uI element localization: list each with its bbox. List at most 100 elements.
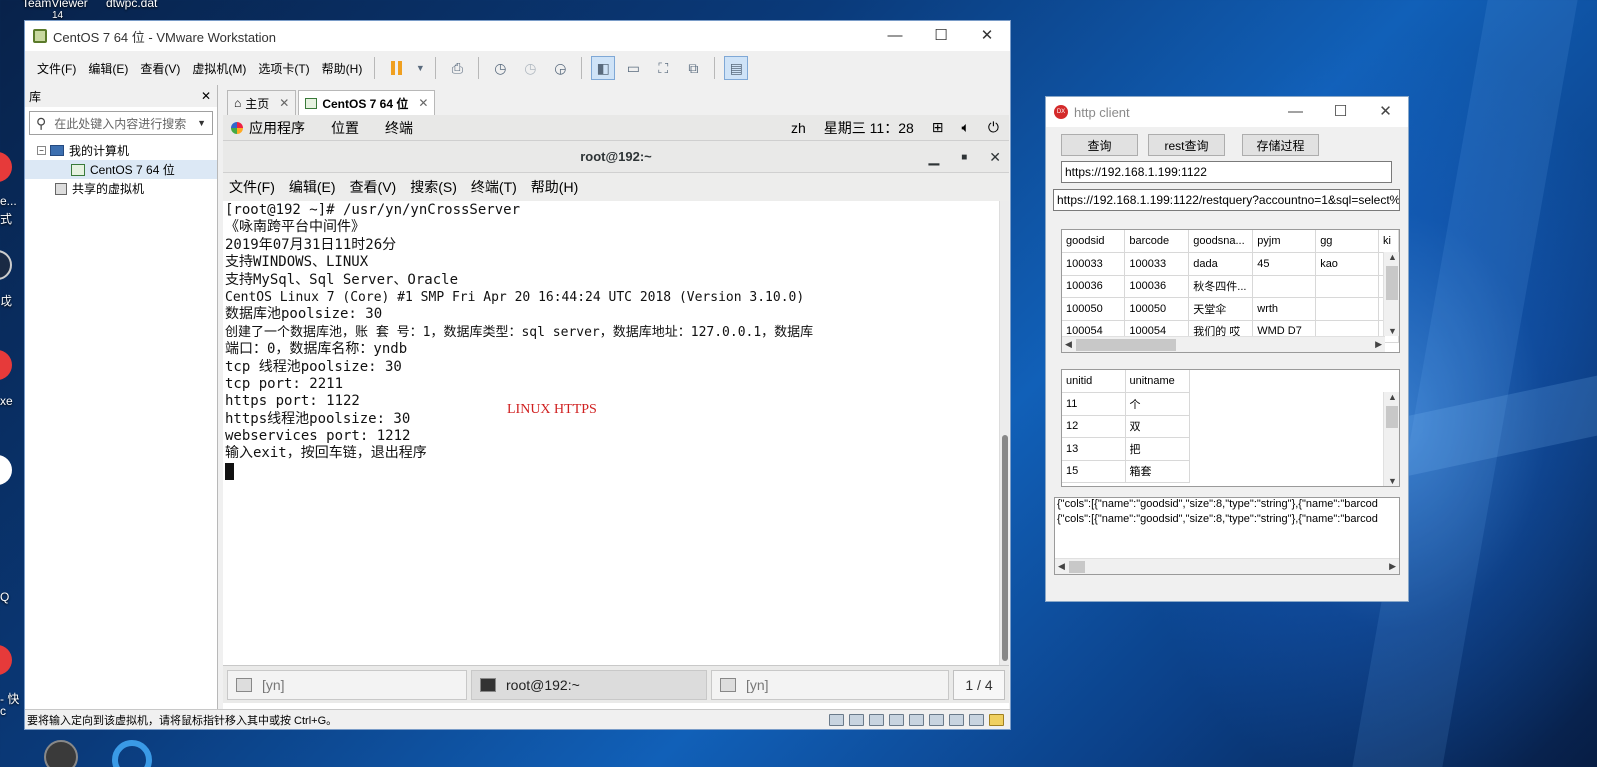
- column-header[interactable]: gg: [1315, 230, 1379, 253]
- close-icon[interactable]: ✕: [279, 96, 289, 110]
- window-list-item-active[interactable]: root@192:~: [471, 669, 707, 700]
- menu-edit[interactable]: 编辑(E): [82, 60, 134, 77]
- table-row[interactable]: 13 把: [1062, 437, 1190, 461]
- menu-tabs[interactable]: 选项卡(T): [252, 60, 315, 77]
- desktop-app-icon[interactable]: [0, 152, 12, 182]
- menu-view[interactable]: 查看(V): [134, 60, 186, 77]
- close-icon[interactable]: ✕: [418, 96, 428, 110]
- desktop-icon-teamviewer[interactable]: TeamViewer: [22, 0, 88, 10]
- hdd-icon[interactable]: [829, 713, 844, 726]
- printer-icon[interactable]: [909, 713, 924, 726]
- menu-file[interactable]: 文件(F): [31, 60, 82, 77]
- scroll-down-icon[interactable]: ▼: [1388, 326, 1397, 336]
- terminal-menu-file[interactable]: 文件(F): [229, 177, 275, 197]
- thumbnail-view-icon[interactable]: ▤: [724, 56, 749, 80]
- scroll-left-icon[interactable]: ◀: [1065, 339, 1072, 350]
- chevron-down-icon[interactable]: ▼: [197, 118, 206, 128]
- server-url-input[interactable]: https://192.168.1.199:1122: [1061, 161, 1392, 183]
- close-button[interactable]: ✕: [964, 21, 1010, 51]
- network-adapter-icon[interactable]: [869, 713, 884, 726]
- scrollbar-thumb[interactable]: [1069, 561, 1085, 573]
- column-header[interactable]: unitid: [1062, 370, 1126, 393]
- sound-icon[interactable]: [929, 713, 944, 726]
- scroll-up-icon[interactable]: ▲: [1388, 392, 1397, 402]
- scroll-right-icon[interactable]: ▶: [1375, 339, 1382, 350]
- unity-icon[interactable]: ⧉: [681, 56, 705, 80]
- desktop-app-icon[interactable]: [0, 350, 12, 380]
- display-icon[interactable]: [949, 713, 964, 726]
- terminal-menu-view[interactable]: 查看(V): [350, 177, 397, 197]
- scrollbar-thumb[interactable]: [1386, 406, 1398, 428]
- usb-icon[interactable]: [889, 713, 904, 726]
- desktop-app-icon[interactable]: [44, 740, 78, 767]
- minimize-button[interactable]: —: [872, 21, 918, 51]
- terminal-menu-search[interactable]: 搜索(S): [410, 177, 457, 197]
- minimize-button[interactable]: —: [1273, 97, 1318, 127]
- menu-vm[interactable]: 虚拟机(M): [186, 60, 252, 77]
- table-row[interactable]: 15 箱套: [1062, 460, 1190, 483]
- scrollbar-thumb[interactable]: [1386, 266, 1398, 300]
- terminal-menu-edit[interactable]: 编辑(E): [289, 177, 336, 197]
- terminal-scrollbar-thumb[interactable]: [1002, 435, 1008, 661]
- response-memo[interactable]: {"cols":[{"name":"goodsid","size":8,"typ…: [1054, 497, 1400, 575]
- grid-vertical-scrollbar[interactable]: ▲ ▼: [1383, 392, 1399, 486]
- terminal-scrollbar[interactable]: [999, 201, 1009, 665]
- units-grid[interactable]: unitid unitname 11 个 12 双 13 把 15 箱套 ▲ ▼: [1061, 369, 1400, 487]
- table-row[interactable]: 11 个: [1062, 392, 1190, 416]
- message-icon[interactable]: [989, 713, 1004, 726]
- rest-url-input[interactable]: https://192.168.1.199:1122/restquery?acc…: [1053, 189, 1400, 211]
- gnome-menu-terminal[interactable]: 终端: [385, 118, 413, 138]
- menu-help[interactable]: 帮助(H): [316, 60, 369, 77]
- scrollbar-thumb[interactable]: [1076, 339, 1176, 351]
- library-view-icon[interactable]: ◧: [591, 56, 616, 80]
- column-header[interactable]: ki: [1378, 230, 1399, 253]
- cdrom-icon[interactable]: [849, 713, 864, 726]
- close-button[interactable]: ✕: [1363, 97, 1408, 127]
- column-header[interactable]: barcode: [1124, 230, 1190, 253]
- desktop-icon-dtwpc[interactable]: dtwpc.dat: [106, 0, 157, 10]
- tree-item-shared-vms[interactable]: 共享的虚拟机: [25, 179, 217, 198]
- gnome-menu-applications[interactable]: 应用程序: [249, 118, 305, 138]
- column-header[interactable]: pyjm: [1252, 230, 1317, 253]
- library-close-icon[interactable]: ✕: [201, 89, 211, 103]
- camera-icon[interactable]: [969, 713, 984, 726]
- scroll-up-icon[interactable]: ▲: [1388, 252, 1397, 262]
- gnome-menu-places[interactable]: 位置: [331, 118, 359, 138]
- stored-procedure-button[interactable]: 存储过程: [1242, 134, 1319, 156]
- desktop-app-icon[interactable]: [0, 455, 12, 485]
- network-icon[interactable]: ⊞: [932, 119, 944, 136]
- snapshot-icon[interactable]: ◷: [488, 56, 512, 80]
- column-header[interactable]: goodsid: [1062, 230, 1126, 253]
- terminal-maximize-button[interactable]: ■: [961, 152, 967, 163]
- library-search-input[interactable]: ⚲ 在此处键入内容进行搜索 ▼: [29, 111, 213, 135]
- desktop-app-icon[interactable]: [0, 250, 12, 280]
- table-row[interactable]: 100036 100036 秋冬四件...: [1062, 275, 1399, 298]
- column-header[interactable]: goodsna...: [1188, 230, 1254, 253]
- terminal-output[interactable]: [root@192 ~]# /usr/yn/ynCrossServer 《咏南跨…: [223, 201, 1009, 665]
- table-row[interactable]: 100050 100050 天堂伞 wrth: [1062, 297, 1399, 321]
- terminal-menu-help[interactable]: 帮助(H): [531, 177, 578, 197]
- chevron-down-icon[interactable]: ▼: [414, 56, 426, 80]
- table-row[interactable]: 12 双: [1062, 415, 1190, 438]
- power-icon[interactable]: ⏻: [988, 119, 999, 136]
- input-language[interactable]: zh: [791, 120, 806, 136]
- tree-item-my-computer[interactable]: − 我的计算机: [25, 141, 217, 160]
- desktop-app-icon[interactable]: [112, 740, 152, 767]
- desktop-app-icon[interactable]: [0, 645, 12, 675]
- clock[interactable]: 星期三 11：28: [824, 118, 914, 138]
- scroll-right-icon[interactable]: ▶: [1389, 561, 1396, 572]
- collapse-icon[interactable]: −: [37, 146, 46, 155]
- send-keys-icon[interactable]: ⎙: [445, 56, 469, 80]
- maximize-button[interactable]: ☐: [1318, 97, 1363, 127]
- snapshot-manager-icon[interactable]: ◶: [548, 56, 572, 80]
- column-header[interactable]: unitname: [1125, 370, 1190, 393]
- terminal-close-button[interactable]: ✕: [989, 149, 1001, 166]
- maximize-button[interactable]: ☐: [918, 21, 964, 51]
- grid-horizontal-scrollbar[interactable]: ◀ ▶: [1062, 336, 1385, 352]
- workspace-pager[interactable]: 1 / 4: [953, 669, 1005, 700]
- terminal-menu-terminal[interactable]: 终端(T): [471, 177, 517, 197]
- tab-home[interactable]: ⌂ 主页 ✕: [227, 90, 297, 115]
- console-view-icon[interactable]: ▭: [621, 56, 645, 80]
- memo-horizontal-scrollbar[interactable]: ◀ ▶: [1055, 558, 1399, 574]
- grid-vertical-scrollbar[interactable]: ▲ ▼: [1383, 252, 1399, 336]
